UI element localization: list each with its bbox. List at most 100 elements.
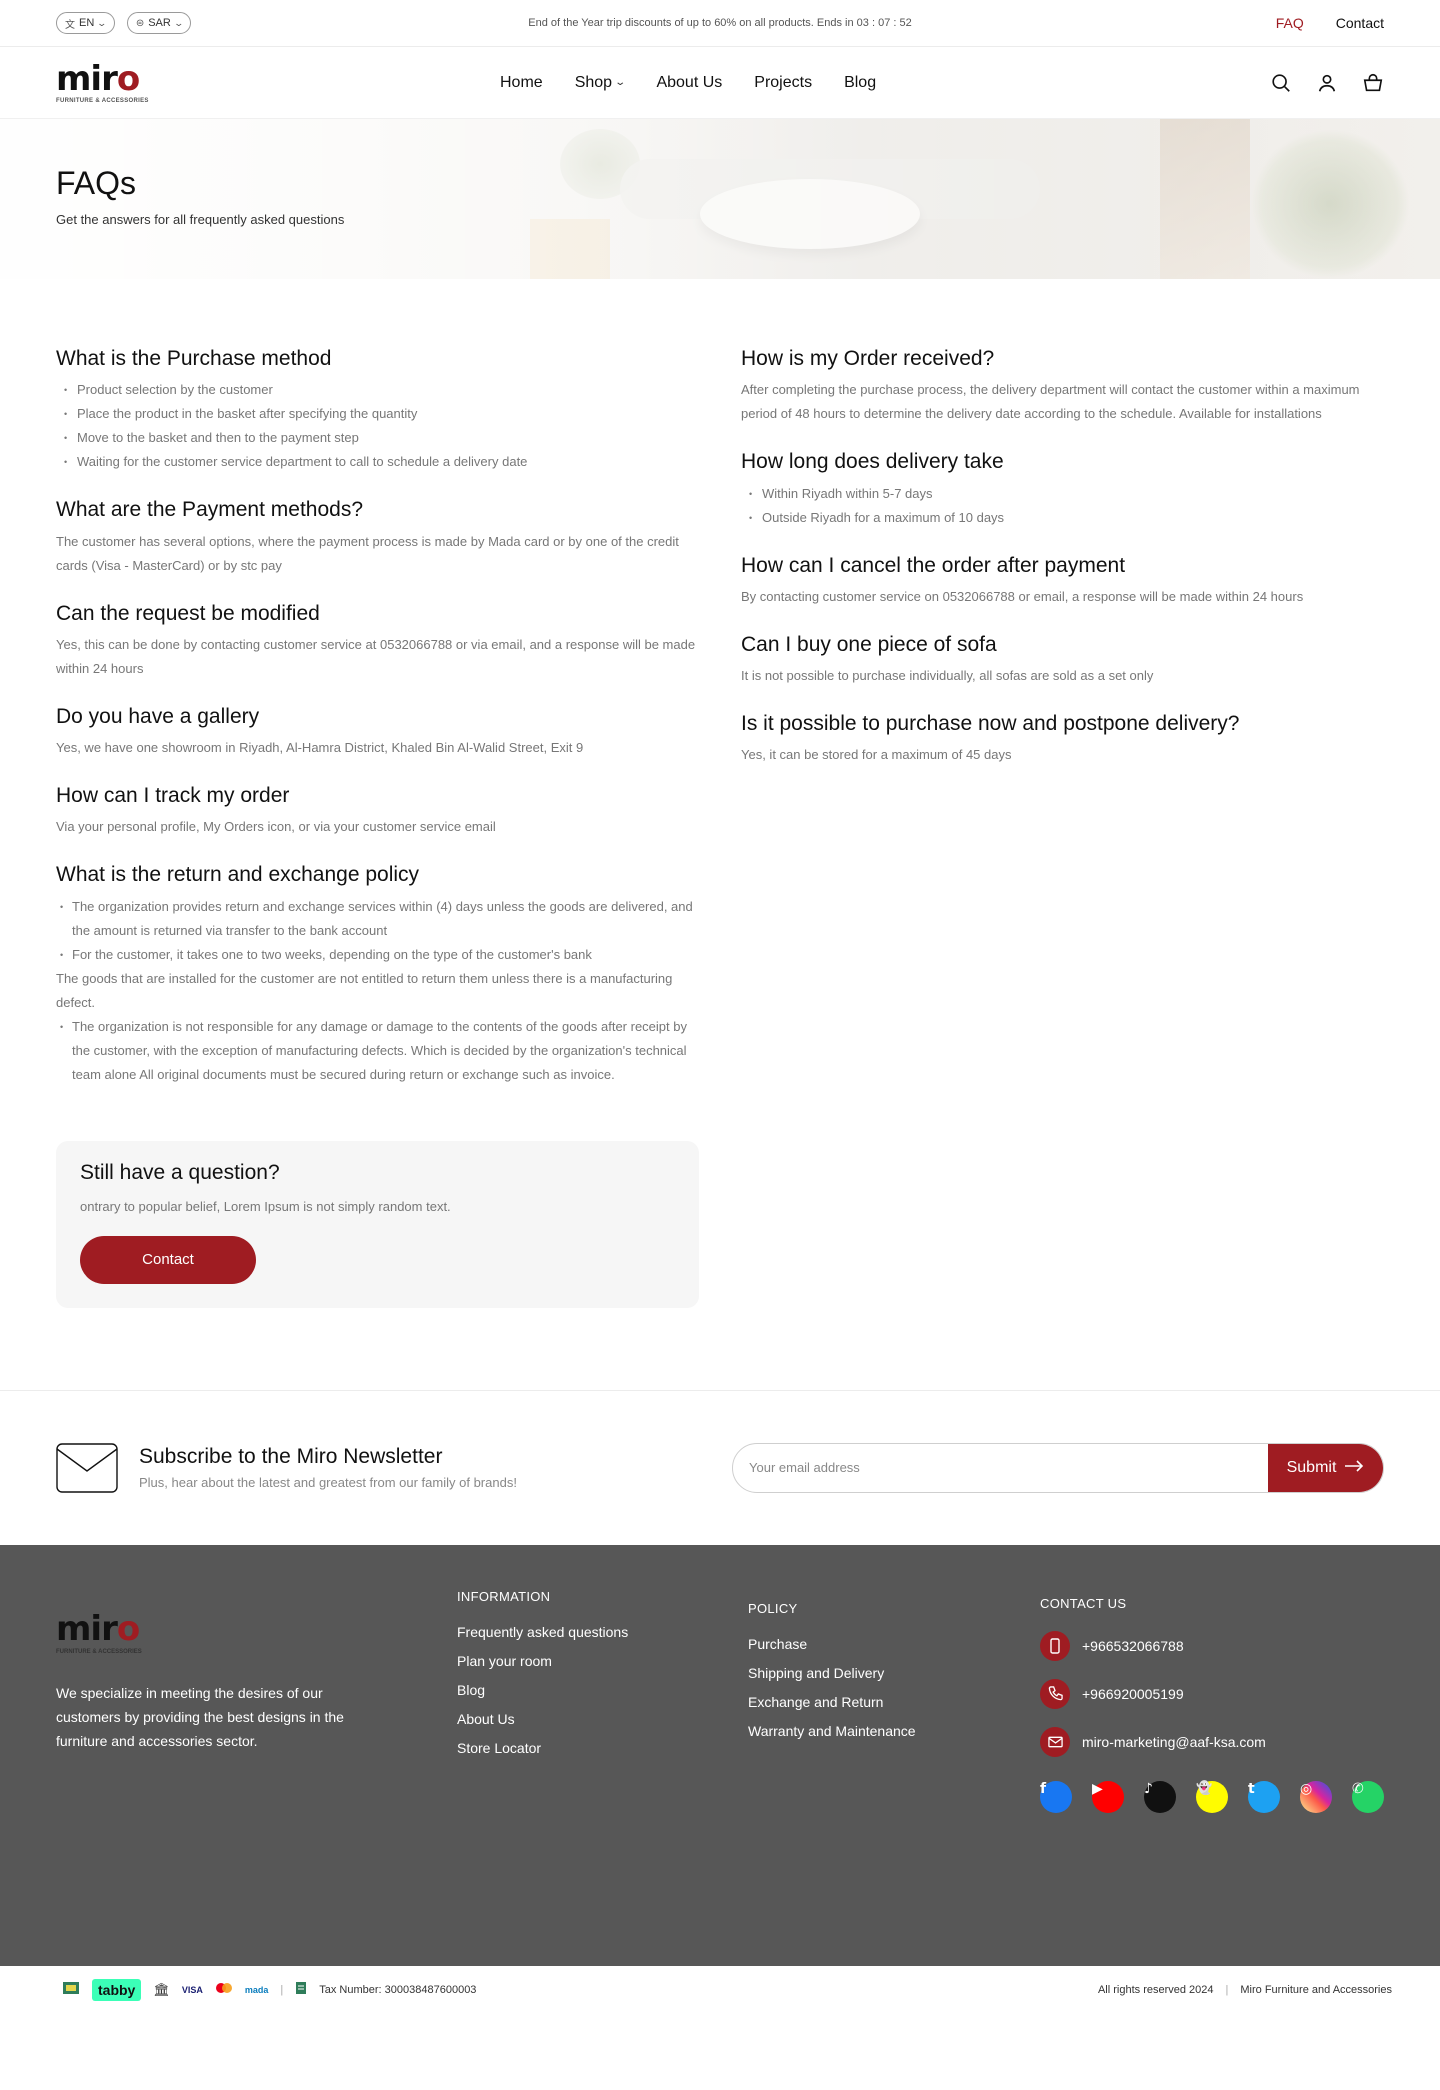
footer-link[interactable]: Exchange and Return — [748, 1694, 916, 1710]
bottom-bar: tabby 🏛 VISA mada | Tax Number: 30003848… — [0, 1966, 1440, 2014]
logo[interactable]: miro FURNITURE & ACCESSORIES — [56, 62, 149, 104]
footer-about: We specialize in meeting the desires of … — [56, 1684, 344, 1749]
faq-question: Do you have a gallery — [56, 704, 260, 728]
locale-switchers: 文 EN ⌄ ⊜ SAR ⌄ — [56, 12, 192, 34]
faq-link[interactable]: FAQ — [1276, 15, 1304, 31]
whatsapp-icon[interactable]: ✆ — [1352, 1780, 1384, 1813]
twitter-icon[interactable]: t — [1248, 1780, 1280, 1813]
chevron-down-icon: ⌄ — [96, 17, 108, 28]
facebook-icon[interactable]: f — [1040, 1780, 1072, 1813]
envelope-icon — [56, 1443, 118, 1493]
faq-item: What is the Purchase method Product sele… — [56, 345, 699, 474]
nav-about-us[interactable]: About Us — [656, 74, 722, 92]
social-links: f ▶ ♪ 👻 t ◎ ✆ — [1040, 1780, 1384, 1826]
faq-item: What are the Payment methods? The custom… — [56, 496, 699, 577]
payment-methods: tabby 🏛 VISA mada | Tax Number: 30003848… — [62, 1978, 476, 2001]
faq-answer: By contacting customer service on 053206… — [741, 588, 1304, 604]
contact-email-text: miro-marketing@aaf-ksa.com — [1082, 1733, 1266, 1750]
nav-home[interactable]: Home — [500, 74, 543, 92]
faq-item: Do you have a gallery Yes, we have one s… — [56, 703, 699, 760]
footer-link[interactable]: Shipping and Delivery — [748, 1665, 916, 1681]
faq-question: What is the Purchase method — [56, 347, 332, 370]
mastercard-icon — [215, 1982, 233, 1997]
footer: miro FURNITURE & ACCESSORIES We speciali… — [0, 1544, 1440, 1966]
nav-blog[interactable]: Blog — [844, 74, 876, 92]
language-label: EN — [79, 17, 95, 29]
footer-link[interactable]: Store Locator — [457, 1740, 628, 1756]
faq-bullet: For the customer, it takes one to two we… — [56, 943, 699, 967]
newsletter-title: Subscribe to the Miro Newsletter — [139, 1445, 443, 1469]
logo-tagline: FURNITURE & ACCESSORIES — [56, 97, 149, 104]
footer-link[interactable]: Plan your room — [457, 1653, 628, 1669]
arrow-right-icon — [1344, 1459, 1364, 1477]
company-name: Miro Furniture and Accessories — [1240, 1983, 1392, 1996]
logo-word-accent: o — [116, 1608, 140, 1649]
faq-question: How long does delivery take — [741, 450, 1004, 474]
faq-answer: The goods that are installed for the cus… — [56, 970, 673, 1010]
language-selector[interactable]: 文 EN ⌄ — [56, 12, 115, 34]
instagram-icon[interactable]: ◎ — [1300, 1780, 1332, 1813]
bank-icon: 🏛 — [153, 1981, 170, 1997]
contact-email[interactable]: miro-marketing@aaf-ksa.com — [1040, 1726, 1384, 1757]
currency-selector[interactable]: ⊜ SAR ⌄ — [126, 12, 192, 34]
faq-question: What are the Payment methods? — [56, 498, 363, 522]
contact-phone-2: +966920005199 — [1082, 1685, 1184, 1702]
contact-link[interactable]: Contact — [1336, 15, 1384, 31]
email-input[interactable] — [733, 1443, 1268, 1492]
promo-banner: End of the Year trip discounts of up to … — [528, 17, 912, 29]
logo-word-accent: o — [116, 58, 140, 99]
nav-projects-label: Projects — [754, 73, 813, 91]
footer-heading: POLICY — [748, 1600, 798, 1616]
copyright: All rights reserved 2024 — [1097, 1983, 1214, 1996]
faq-question: How can I cancel the order after payment — [741, 553, 1126, 577]
faq-item: How can I track my order Via your person… — [56, 782, 699, 839]
tiktok-icon[interactable]: ♪ — [1144, 1780, 1176, 1813]
submit-label: Submit — [1286, 1458, 1337, 1476]
translate-icon: 文 — [65, 19, 75, 31]
contact-phone-mobile[interactable]: +966532066788 — [1040, 1630, 1384, 1661]
faq-bullet: Product selection by the customer — [56, 378, 699, 402]
account-icon[interactable] — [1316, 72, 1338, 94]
footer-link[interactable]: About Us — [457, 1711, 628, 1727]
contact-button[interactable]: Contact — [80, 1235, 256, 1284]
nav-shop-label: Shop — [574, 73, 613, 91]
tabby-logo: tabby — [92, 1978, 142, 2001]
faq-question: What is the return and exchange policy — [56, 863, 420, 887]
submit-button[interactable]: Submit — [1268, 1443, 1383, 1492]
faq-bullet: Place the product in the basket after sp… — [56, 402, 699, 426]
footer-logo[interactable]: miro FURNITURE & ACCESSORIES — [56, 1609, 142, 1655]
footer-link[interactable]: Purchase — [748, 1636, 916, 1652]
faq-bullet: Move to the basket and then to the payme… — [56, 426, 699, 450]
youtube-icon[interactable]: ▶ — [1092, 1780, 1124, 1813]
search-icon[interactable] — [1270, 72, 1292, 94]
nav-shop[interactable]: Shop ⌄ — [574, 73, 626, 92]
contact-phone-landline[interactable]: +966920005199 — [1040, 1678, 1384, 1709]
faq-bullet: The organization is not responsible for … — [56, 1015, 699, 1087]
mail-icon — [1040, 1726, 1070, 1757]
nav-projects[interactable]: Projects — [754, 74, 812, 92]
footer-contact: CONTACT US +966532066788 +966920005199 m… — [1040, 1596, 1384, 1826]
footer-link[interactable]: Blog — [457, 1682, 628, 1698]
faq-bullet: The organization provides return and exc… — [56, 895, 699, 943]
footer-link[interactable]: Warranty and Maintenance — [748, 1723, 916, 1739]
card-title: Still have a question? — [80, 1160, 280, 1184]
faq-column-left: What is the Purchase method Product sele… — [56, 345, 699, 1109]
faq-answer: Yes, this can be done by contacting cust… — [56, 636, 696, 676]
faq-item: How can I cancel the order after payment… — [741, 552, 1384, 609]
snapchat-icon[interactable]: 👻 — [1196, 1780, 1228, 1813]
currency-label: SAR — [148, 17, 171, 29]
mobile-icon — [1040, 1630, 1070, 1661]
faq-question: Can I buy one piece of sofa — [741, 632, 997, 656]
faq-item: What is the return and exchange policy T… — [56, 861, 699, 1086]
faq-question: How is my Order received? — [741, 347, 995, 370]
phone-icon — [1040, 1678, 1070, 1709]
footer-heading: CONTACT US — [1040, 1595, 1127, 1611]
footer-link[interactable]: Frequently asked questions — [457, 1624, 628, 1640]
nav-blog-label: Blog — [844, 73, 877, 91]
faq-answer: Yes, we have one showroom in Riyadh, Al-… — [56, 740, 584, 756]
card-text: ontrary to popular belief, Lorem Ipsum i… — [80, 1198, 451, 1214]
faq-section: What is the Purchase method Product sele… — [0, 279, 1440, 1109]
cart-icon[interactable] — [1362, 72, 1384, 94]
faq-item: How is my Order received? After completi… — [741, 345, 1384, 426]
visa-logo: VISA — [181, 1984, 203, 1995]
